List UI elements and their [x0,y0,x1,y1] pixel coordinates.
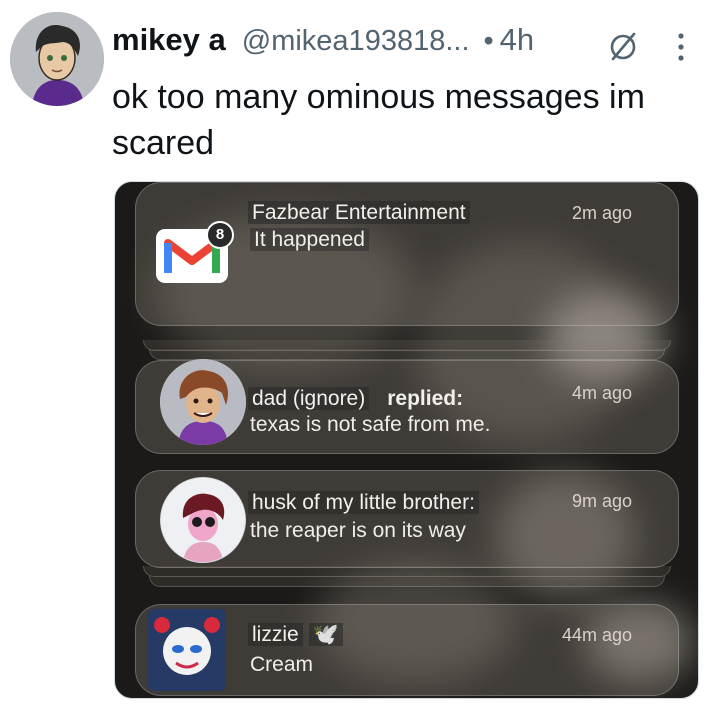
display-name[interactable]: mikey a [112,22,226,58]
notification-card[interactable]: husk of my little brother: the reaper is… [135,470,679,568]
sender-name: Fazbear Entertainment [248,201,470,224]
sender-name: husk of my little brother: [248,491,479,514]
notification-badge: 8 [206,221,234,249]
attached-image[interactable]: 8 Fazbear Entertainment It happened 2m a… [114,181,699,699]
gmail-icon: 8 [156,221,234,283]
notification-message: Cream [250,653,314,676]
notification-message: the reaper is on its way [250,519,466,542]
sender-name: lizzie [248,623,303,646]
stacked-notification-edge [149,576,665,587]
contact-avatar [160,477,246,563]
notification-sender: Fazbear Entertainment [248,201,470,225]
avatar-illustration [10,12,104,106]
notification-sender: lizzie 🕊️ [248,623,343,647]
notification-sender: dad (ignore) replied: [248,387,463,411]
user-avatar[interactable] [10,12,104,106]
tweet-header: mikey a @mikea193818... • 4h [112,22,534,58]
stacked-notification-edge [149,349,665,360]
separator-dot: • [483,25,494,57]
notification-message: It happened [250,228,369,252]
sender-name: dad (ignore) [248,387,370,410]
reply-action-label: replied: [387,387,464,410]
vertical-dots-icon[interactable] [674,30,688,64]
notification-sender: husk of my little brother: [248,491,479,515]
notification-card[interactable]: dad (ignore) replied: texas is not safe f… [135,359,679,454]
dove-icon: 🕊️ [308,623,343,646]
user-handle[interactable]: @mikea193818... [242,25,470,58]
tweet-text: ok too many ominous messages im scared [112,78,645,162]
notification-card[interactable]: lizzie 🕊️ Cream 44m ago [135,604,679,696]
tweet-age[interactable]: 4h [500,22,534,58]
notification-message: texas is not safe from me. [250,413,491,436]
notification-time: 44m ago [561,625,632,645]
notification-time: 4m ago [571,383,632,403]
circle-slash-icon[interactable] [605,28,641,64]
contact-avatar [148,609,226,691]
contact-avatar [160,359,246,445]
notification-time: 2m ago [571,203,632,223]
message-text: It happened [250,228,369,251]
notification-card[interactable]: 8 Fazbear Entertainment It happened 2m a… [135,182,679,326]
notification-time: 9m ago [571,491,632,511]
